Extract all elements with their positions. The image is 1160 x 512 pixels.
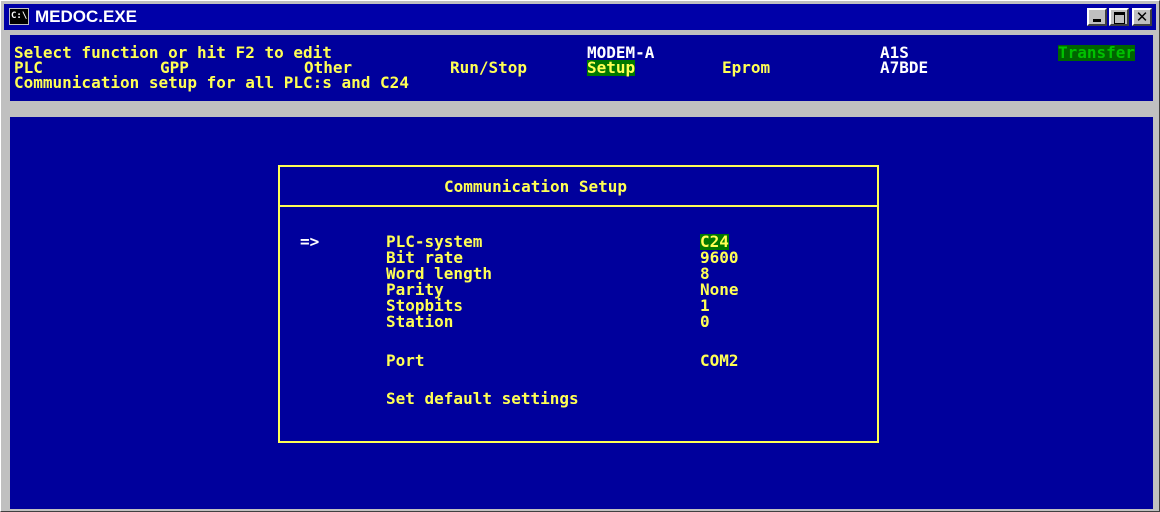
field-label-station[interactable]: Station [386,314,453,330]
menu-item-eprom[interactable]: Eprom [722,60,770,76]
close-button[interactable]: ✕ [1132,8,1152,26]
transfer-mode[interactable]: Transfer [1058,45,1136,61]
field-value-port[interactable]: COM2 [700,353,739,369]
function-description: Communication setup for all PLC:s and C2… [14,73,409,92]
minimize-button[interactable] [1087,8,1107,26]
console-area[interactable]: Select function or hit F2 to edit MODEM-… [10,35,1153,509]
console-app-icon[interactable]: C:\ [9,8,29,25]
separator-bar [10,101,1153,117]
field-value-station[interactable]: 0 [700,314,710,330]
field-label-port[interactable]: Port [386,353,425,369]
menu-item-setup[interactable]: Setup [587,60,636,76]
console-window: C:\ MEDOC.EXE ✕ Select function or hit F… [0,0,1160,512]
dialog-title-divider [280,205,877,207]
maximize-button[interactable] [1109,8,1129,26]
maximize-icon [1114,12,1125,24]
window-title: MEDOC.EXE [35,7,138,26]
dialog-title: Communication Setup [444,177,628,196]
close-icon: ✕ [1135,8,1149,26]
menu-item-run-stop[interactable]: Run/Stop [450,60,527,76]
cpu-model-label: A7BDE [880,58,929,77]
minimize-icon [1093,19,1101,22]
selection-cursor: => [300,232,320,251]
title-bar[interactable]: C:\ MEDOC.EXE ✕ [4,4,1156,30]
set-default-settings-option[interactable]: Set default settings [386,391,579,407]
